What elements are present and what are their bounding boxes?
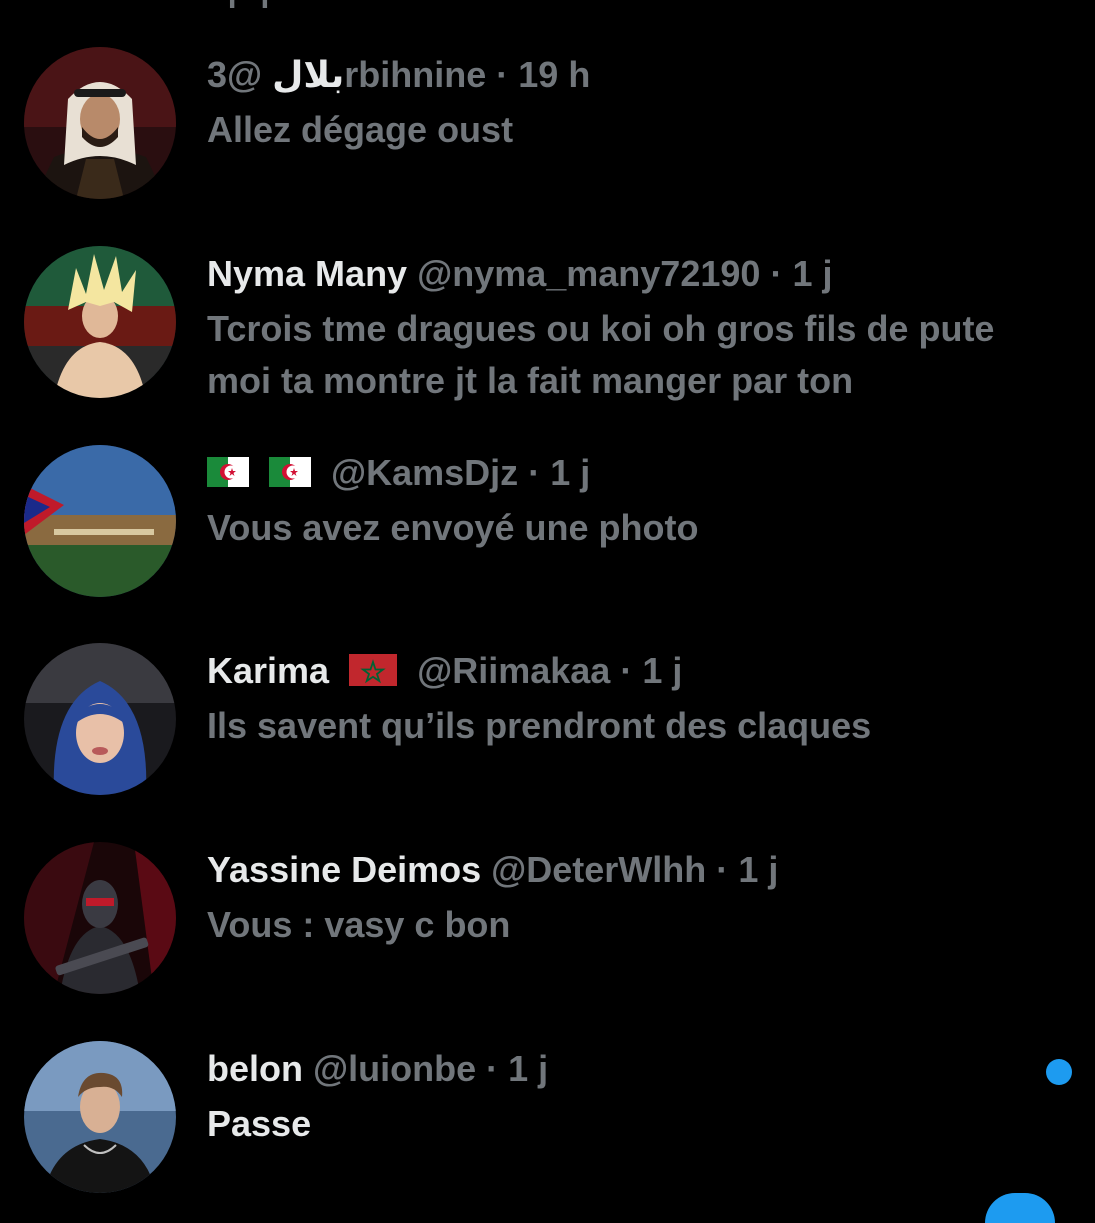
morocco-flag-icon	[349, 654, 397, 686]
separator: ·	[528, 452, 540, 493]
conversation-item[interactable]: Yassine Deimos @DeterWlhh · 1 j Vous : v…	[0, 842, 1095, 1002]
conversation-item[interactable]: بلال @3rbihnine · 19 h Allez dégage oust	[0, 47, 1095, 207]
timestamp: 1 j	[792, 253, 832, 294]
timestamp: 1 j	[738, 849, 778, 890]
woman-in-hijab-avatar[interactable]	[24, 643, 176, 795]
message-preview: Vous avez envoyé une photo	[207, 502, 1067, 554]
separator: ·	[486, 1048, 498, 1089]
timestamp: 1 j	[550, 452, 590, 493]
display-name: بلال	[272, 54, 344, 95]
conversation-header: Karima @Riimakaa · 1 j	[207, 649, 682, 693]
message-preview: Ils savent qu’ils prendront des claques	[207, 700, 1067, 752]
conversation-header: @KamsDjz · 1 j	[207, 451, 590, 495]
user-handle: @nyma_many72190	[417, 253, 760, 294]
display-name: Yassine Deimos	[207, 849, 481, 890]
display-name: Nyma Many	[207, 253, 407, 294]
stadium-avatar[interactable]	[24, 445, 176, 597]
previous-conversation-clipped: ·|·|·	[0, 0, 1095, 8]
conversation-header: Nyma Many @nyma_many72190 · 1 j	[207, 252, 832, 296]
separator: ·	[770, 253, 782, 294]
user-handle: @3rbihnine	[207, 54, 486, 95]
conversation-header: بلال @3rbihnine · 19 h	[207, 53, 590, 97]
message-preview: Allez dégage oust	[207, 104, 1067, 156]
algeria-flag-icon	[207, 457, 249, 487]
user-handle: @KamsDjz	[331, 452, 518, 493]
user-handle: @luionbe	[313, 1048, 476, 1089]
message-preview: Passe	[207, 1098, 1067, 1150]
conversation-item[interactable]: Karima @Riimakaa · 1 j Ils savent qu’ils…	[0, 643, 1095, 803]
unread-indicator	[1046, 1059, 1072, 1085]
algeria-flag-icon	[269, 457, 311, 487]
message-preview: Tcrois tme dragues ou koi oh gros fils d…	[207, 303, 1067, 407]
timestamp: 19 h	[518, 54, 590, 95]
user-handle: @Riimakaa	[417, 650, 610, 691]
user-handle: @DeterWlhh	[491, 849, 706, 890]
conversation-item[interactable]: Nyma Many @nyma_many72190 · 1 j Tcrois t…	[0, 246, 1095, 416]
conversation-item[interactable]: @KamsDjz · 1 j Vous avez envoyé une phot…	[0, 445, 1095, 605]
man-in-keffiyeh-avatar[interactable]	[24, 47, 176, 199]
display-name: belon	[207, 1048, 303, 1089]
conversation-header: Yassine Deimos @DeterWlhh · 1 j	[207, 848, 778, 892]
separator: ·	[620, 650, 632, 691]
separator: ·	[716, 849, 728, 890]
message-preview: Vous : vasy c bon	[207, 899, 1067, 951]
masked-soldier-avatar[interactable]	[24, 842, 176, 994]
display-name: Karima	[207, 650, 329, 691]
separator: ·	[496, 54, 508, 95]
young-man-avatar[interactable]	[24, 1041, 176, 1193]
conversation-item[interactable]: belon @luionbe · 1 j Passe	[0, 1041, 1095, 1200]
timestamp: 1 j	[508, 1048, 548, 1089]
conversation-header: belon @luionbe · 1 j	[207, 1047, 548, 1091]
anime-character-avatar[interactable]	[24, 246, 176, 398]
timestamp: 1 j	[642, 650, 682, 691]
